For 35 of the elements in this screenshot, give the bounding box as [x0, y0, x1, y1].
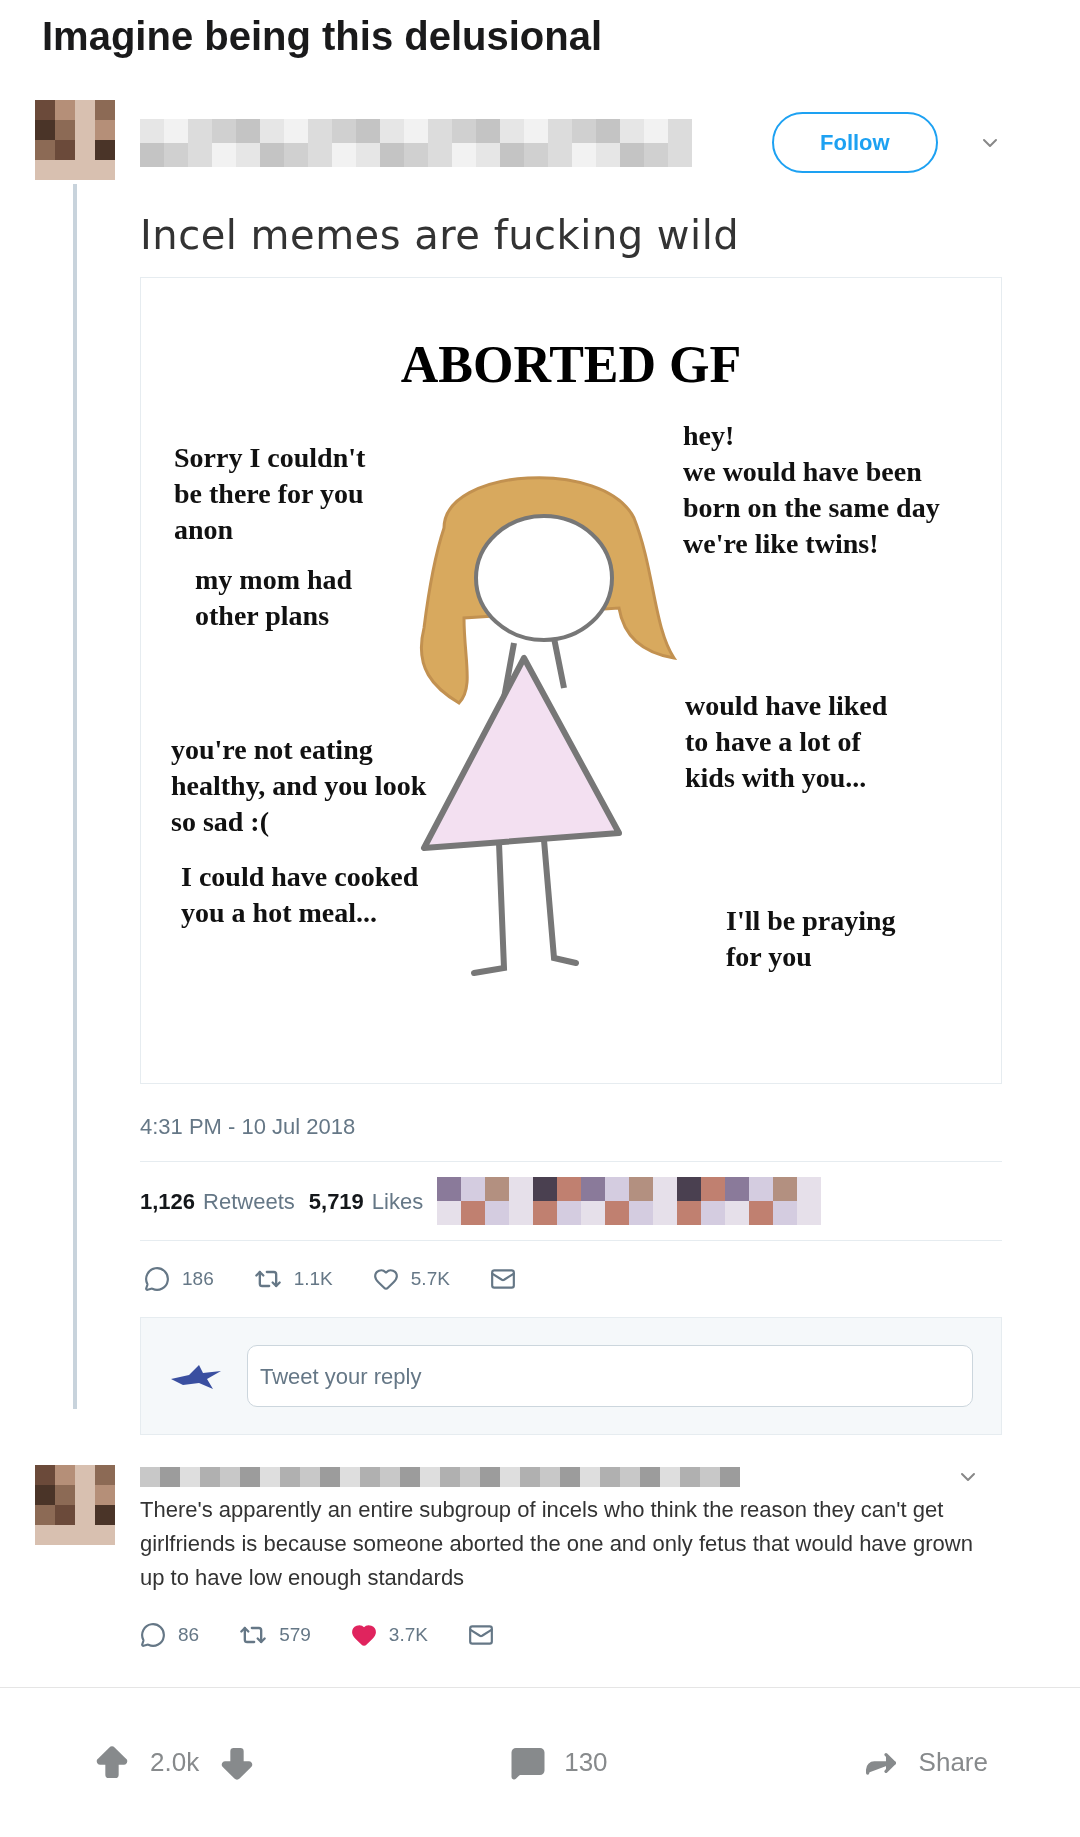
meme-caption: my mom had other plans: [195, 563, 353, 633]
reply-text: There's apparently an entire subgroup of incels who think the reason they can't get girlfriends is because someone aborted the one and only fetus that would have grown up to have low enough standards: [140, 1496, 974, 1592]
reply-icon[interactable]: [140, 1622, 166, 1648]
meme-caption: you're not eating healthy, and you look so sad :(: [171, 733, 427, 839]
vote-score: 2.0k: [150, 1746, 200, 1779]
action-count: 579: [279, 1622, 311, 1647]
meme-title: ABORTED GF: [399, 335, 743, 395]
mail-icon[interactable]: [467, 1622, 494, 1648]
retweets-count: 1,126: [140, 1187, 196, 1216]
reply-field[interactable]: Tweet your reply: [247, 1345, 973, 1407]
action-count: 86: [178, 1622, 200, 1647]
meme-caption: would have liked to have a lot of kids with you...: [685, 689, 888, 795]
action-count: 186: [182, 1266, 214, 1291]
retweets-label: Retweets: [203, 1187, 295, 1216]
heart-icon[interactable]: [372, 1266, 399, 1292]
avatar-icon: [35, 100, 115, 180]
meme-caption: Sorry I couldn't be there for you anon: [174, 441, 366, 547]
meme-caption: hey! we would have been born on the same day we're like twins!: [683, 419, 940, 561]
post-title: Imagine being this delusional: [41, 13, 604, 60]
likes-count: 5,719: [308, 1187, 364, 1216]
action-count: 5.7K: [410, 1266, 450, 1291]
tweet-text: Incel memes are fucking wild: [140, 211, 741, 260]
tweet-timestamp: 4:31 PM - 10 Jul 2018: [140, 1113, 357, 1141]
mail-icon[interactable]: [489, 1266, 516, 1292]
follow-button[interactable]: Follow: [772, 112, 938, 173]
action-count: 1.1K: [293, 1266, 333, 1291]
meme-caption: I'll be praying for you: [726, 904, 896, 974]
heart-icon[interactable]: [350, 1622, 377, 1648]
likes-label: Likes: [371, 1187, 424, 1216]
share-button[interactable]: Share: [860, 1742, 988, 1783]
reply-icon[interactable]: [144, 1266, 170, 1292]
action-count: 3.7K: [388, 1622, 428, 1647]
comments-button[interactable]: 130: [510, 1743, 608, 1782]
meme-caption: I could have cooked you a hot meal...: [181, 860, 419, 930]
avatar-icon: [35, 1465, 115, 1545]
